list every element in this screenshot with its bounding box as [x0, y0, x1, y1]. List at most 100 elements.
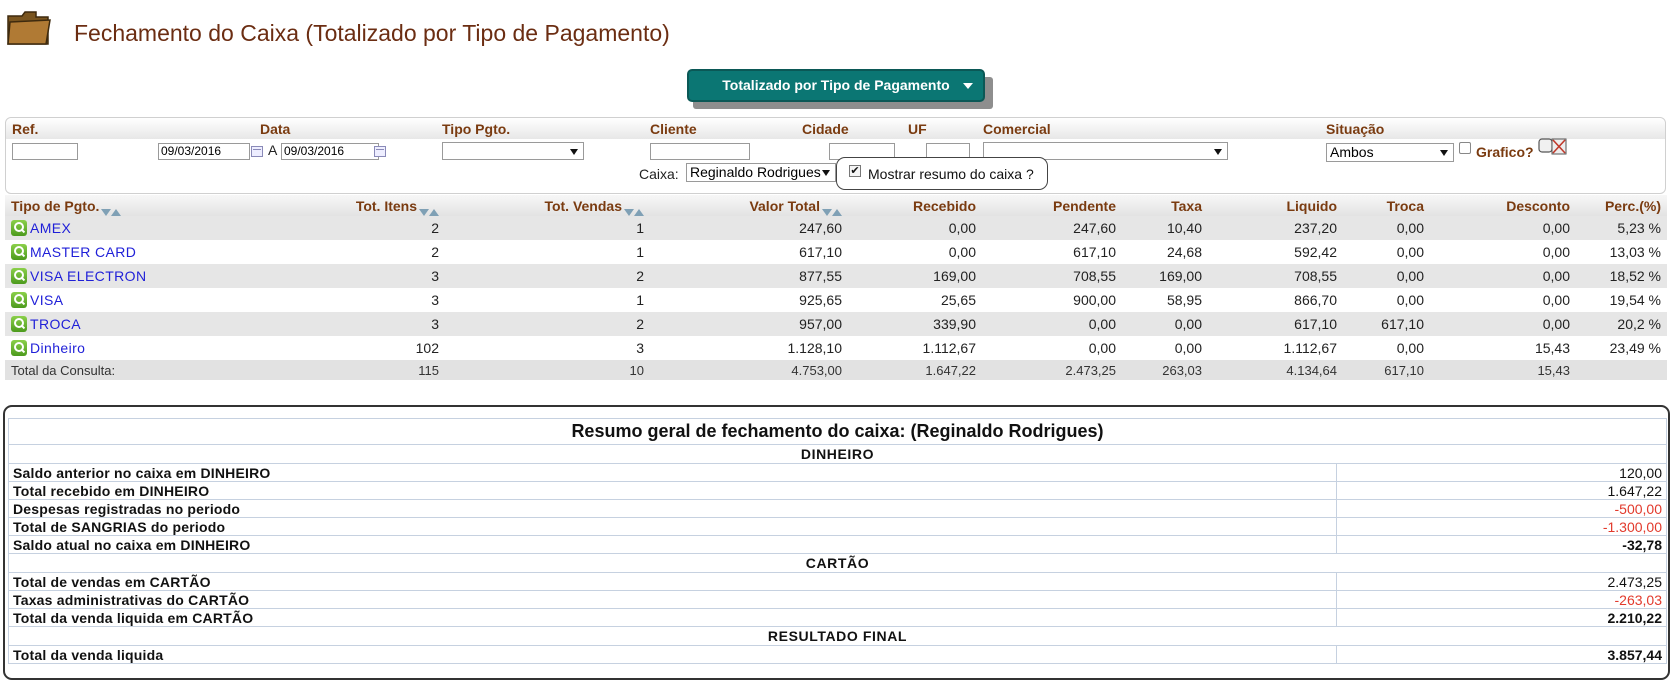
resumo-line: Total da venda liquida 3.857,44	[8, 645, 1667, 664]
cell-vendas: 3	[445, 336, 650, 360]
sort-asc-icon[interactable]	[832, 203, 842, 211]
resumo-section-heading: CARTÃO	[8, 553, 1667, 573]
total-pendente: 2.473,25	[982, 360, 1122, 380]
resumo-title: Resumo geral de fechamento do caixa: (Re…	[8, 418, 1667, 445]
table-row: VISA 3 1 925,65 25,65 900,00 58,95 866,70 0,00 0,…	[5, 288, 1667, 312]
resumo-panel: Resumo geral de fechamento do caixa: (Re…	[3, 405, 1670, 680]
col-tipo-pgto[interactable]: Tipo de Pgto.	[5, 195, 315, 216]
mode-selector-button[interactable]: Totalizado por Tipo de Pagamento	[687, 69, 985, 102]
mostrar-resumo-checkbox[interactable]: ✔	[849, 165, 861, 177]
sort-desc-icon[interactable]	[822, 203, 832, 211]
filter-label-uf: UF	[908, 121, 927, 137]
resumo-table: Resumo geral de fechamento do caixa: (Re…	[8, 418, 1667, 664]
situacao-value: Ambos	[1330, 144, 1374, 160]
tipo-cell: VISA ELECTRON	[11, 268, 309, 284]
col-valor-total[interactable]: Valor Total	[650, 195, 848, 216]
calendar-icon[interactable]	[374, 146, 386, 157]
chevron-down-icon	[822, 170, 830, 176]
total-taxa: 263,03	[1122, 360, 1208, 380]
sort-desc-icon[interactable]	[101, 203, 111, 211]
col-label: Tipo de Pgto.	[11, 197, 100, 214]
resumo-section-heading: RESULTADO FINAL	[8, 626, 1667, 646]
mostrar-resumo-toggle[interactable]: ✔ Mostrar resumo do caixa ?	[836, 157, 1048, 190]
resumo-line-label: Taxas administrativas do CARTÃO	[8, 590, 1337, 609]
cell-vendas: 2	[445, 312, 650, 336]
filter-label-data: Data	[260, 121, 291, 137]
caixa-select[interactable]: Reginaldo Rodrigues	[686, 163, 836, 182]
magnifier-icon[interactable]	[11, 292, 27, 308]
sort-asc-icon[interactable]	[634, 203, 644, 211]
tipo-cell: MASTER CARD	[11, 244, 309, 260]
situacao-select[interactable]: Ambos	[1326, 143, 1454, 162]
tipo-link[interactable]: VISA ELECTRON	[30, 268, 146, 284]
cell-troca: 0,00	[1343, 288, 1430, 312]
col-recebido[interactable]: Recebido	[848, 195, 982, 216]
total-label: Total da Consulta:	[5, 360, 315, 380]
cell-taxa: 0,00	[1122, 336, 1208, 360]
page-title: Fechamento do Caixa (Totalizado por Tipo…	[74, 20, 670, 46]
col-pendente[interactable]: Pendente	[982, 195, 1122, 216]
col-label: Tot. Itens	[355, 197, 417, 214]
ref-input[interactable]	[12, 143, 78, 160]
resumo-title-row: Resumo geral de fechamento do caixa: (Re…	[8, 418, 1667, 445]
resumo-line: Despesas registradas no periodo -500,00	[8, 499, 1667, 518]
tipo-link[interactable]: Dinheiro	[30, 340, 85, 356]
resumo-line: Taxas administrativas do CARTÃO -263,03	[8, 590, 1667, 609]
tipo-link[interactable]: AMEX	[30, 220, 71, 236]
col-desconto[interactable]: Desconto	[1430, 195, 1576, 216]
resumo-line-value: -32,78	[1336, 535, 1667, 554]
sort-desc-icon[interactable]	[419, 203, 429, 211]
cell-troca: 0,00	[1343, 336, 1430, 360]
magnifier-icon[interactable]	[11, 268, 27, 284]
table-row: MASTER CARD 2 1 617,10 0,00 617,10 24,68 592,42…	[5, 240, 1667, 264]
cell-pendente: 247,60	[982, 216, 1122, 240]
table-row: AMEX 2 1 247,60 0,00 247,60 10,40 237,20 0,00 0,0…	[5, 216, 1667, 240]
resumo-line-value: 2.210,22	[1336, 608, 1667, 627]
grafico-checkbox[interactable]	[1459, 142, 1471, 154]
cell-desconto: 15,43	[1430, 336, 1576, 360]
date-from-input[interactable]: 09/03/2016	[158, 143, 250, 160]
mostrar-resumo-label: Mostrar resumo do caixa ?	[868, 166, 1034, 182]
magnifier-icon[interactable]	[11, 340, 27, 356]
tipo-pgto-select[interactable]	[442, 142, 584, 160]
tipo-link[interactable]: VISA	[30, 292, 64, 308]
resumo-line-label: Saldo anterior no caixa em DINHEIRO	[8, 463, 1337, 482]
resumo-line-value: -500,00	[1336, 499, 1667, 518]
cell-valor: 925,65	[650, 288, 848, 312]
calendar-icon[interactable]	[251, 146, 263, 157]
cell-taxa: 24,68	[1122, 240, 1208, 264]
sort-asc-icon[interactable]	[429, 203, 439, 211]
mode-selector[interactable]: Totalizado por Tipo de Pagamento	[687, 69, 993, 109]
cell-tipo: VISA ELECTRON	[5, 264, 315, 288]
caixa-label: Caixa:	[639, 166, 679, 182]
chart-toggle-icon[interactable]	[1538, 138, 1568, 156]
col-troca[interactable]: Troca	[1343, 195, 1430, 216]
col-liquido[interactable]: Liquido	[1208, 195, 1343, 216]
sort-desc-icon[interactable]	[624, 203, 634, 211]
cliente-input[interactable]	[650, 143, 750, 160]
results-header-row: Tipo de Pgto. Tot. Itens Tot. Vendas Val…	[5, 195, 1667, 216]
tipo-cell: TROCA	[11, 316, 309, 332]
tipo-link[interactable]: MASTER CARD	[30, 244, 136, 260]
resumo-line: Total de SANGRIAS do periodo -1.300,00	[8, 517, 1667, 536]
sort-asc-icon[interactable]	[111, 203, 121, 211]
date-to-input[interactable]: 09/03/2016	[281, 143, 379, 160]
tipo-cell: Dinheiro	[11, 340, 309, 356]
cell-liquido: 617,10	[1208, 312, 1343, 336]
magnifier-icon[interactable]	[11, 220, 27, 236]
col-tot-itens[interactable]: Tot. Itens	[315, 195, 445, 216]
total-itens: 115	[315, 360, 445, 380]
magnifier-icon[interactable]	[11, 316, 27, 332]
cell-pendente: 0,00	[982, 336, 1122, 360]
col-taxa[interactable]: Taxa	[1122, 195, 1208, 216]
chevron-down-icon	[963, 83, 973, 89]
tipo-link[interactable]: TROCA	[30, 316, 81, 332]
col-perc[interactable]: Perc.(%)	[1576, 195, 1667, 216]
total-desconto: 15,43	[1430, 360, 1576, 380]
cell-recebido: 169,00	[848, 264, 982, 288]
total-row: Total da Consulta: 115 10 4.753,00 1.647,22 2…	[5, 360, 1667, 380]
cell-troca: 617,10	[1343, 312, 1430, 336]
magnifier-icon[interactable]	[11, 244, 27, 260]
cell-valor: 957,00	[650, 312, 848, 336]
col-tot-vendas[interactable]: Tot. Vendas	[445, 195, 650, 216]
